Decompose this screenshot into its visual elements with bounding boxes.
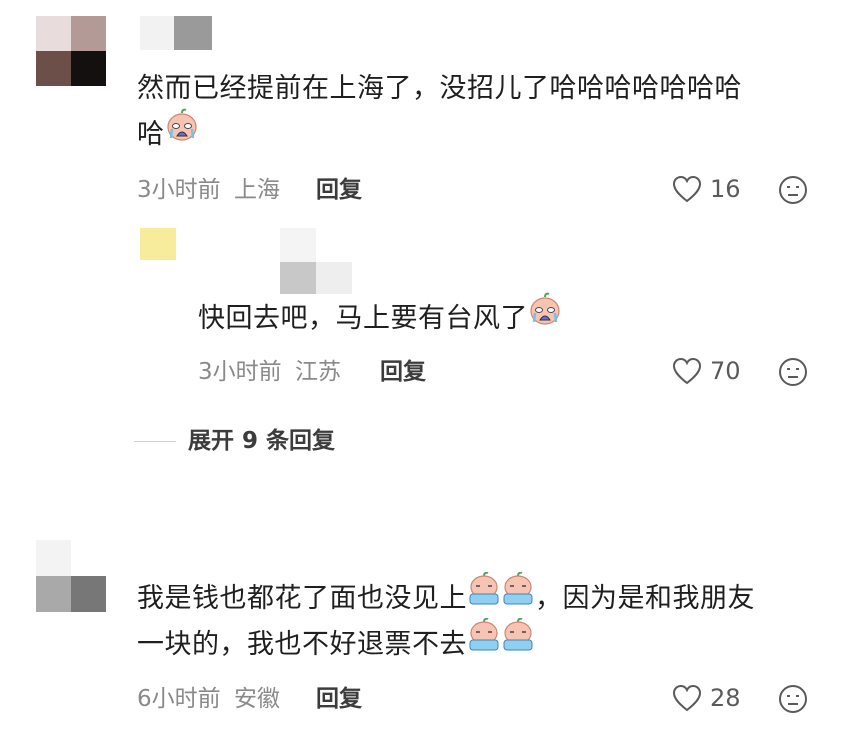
comment-text: 一块的，我也不好退票不去 — [137, 617, 535, 668]
location: 上海 — [233, 177, 280, 203]
reply-button[interactable]: 回复 — [380, 357, 426, 387]
crying-emoji — [165, 108, 199, 157]
dislike-button[interactable] — [778, 175, 808, 209]
comment-text: 然而已经提前在上海了，没招儿了哈哈哈哈哈哈哈 — [137, 73, 742, 104]
expand-replies-button[interactable]: 展开 9 条回复 — [134, 426, 335, 456]
username[interactable] — [280, 228, 352, 294]
like-button[interactable]: 16 — [672, 174, 741, 204]
timestamp: 6小时前 — [137, 686, 221, 712]
dislike-button[interactable] — [778, 684, 808, 718]
timestamp: 3小时前 — [137, 177, 221, 203]
frown-face-icon — [779, 176, 807, 204]
tears-emoji — [467, 617, 501, 667]
heart-outline-icon — [672, 357, 702, 385]
heart-outline-icon — [672, 684, 702, 712]
location: 江苏 — [294, 359, 341, 385]
reply-button[interactable]: 回复 — [316, 175, 362, 205]
reply-text: 快回去吧，马上要有台风了 — [198, 292, 562, 342]
expand-replies-label: 展开 9 条回复 — [188, 428, 336, 454]
reply-meta: 3小时前 江苏 — [198, 357, 341, 387]
avatar[interactable] — [36, 540, 106, 612]
divider — [134, 440, 176, 442]
comment-text: 我是钱也都花了面也没见上 ，因为是和我朋友 — [137, 571, 755, 622]
heart-outline-icon — [672, 175, 702, 203]
frown-face-icon — [779, 358, 807, 386]
crying-emoji — [528, 292, 562, 341]
username[interactable] — [140, 16, 212, 50]
avatar[interactable] — [140, 228, 176, 260]
comment-meta: 6小时前 安徽 — [137, 684, 280, 714]
tears-emoji — [501, 617, 535, 667]
like-count: 28 — [710, 684, 741, 712]
comment-text: 哈 — [137, 108, 199, 158]
like-button[interactable]: 28 — [672, 683, 741, 713]
like-button[interactable]: 70 — [672, 356, 741, 386]
tears-emoji — [501, 571, 535, 621]
reply-button[interactable]: 回复 — [316, 684, 362, 714]
comment-meta: 3小时前 上海 — [137, 175, 280, 205]
dislike-button[interactable] — [778, 357, 808, 391]
frown-face-icon — [779, 685, 807, 713]
like-count: 70 — [710, 357, 741, 385]
location: 安徽 — [233, 686, 280, 712]
like-count: 16 — [710, 175, 741, 203]
avatar[interactable] — [36, 16, 106, 86]
timestamp: 3小时前 — [198, 359, 282, 385]
tears-emoji — [467, 571, 501, 621]
